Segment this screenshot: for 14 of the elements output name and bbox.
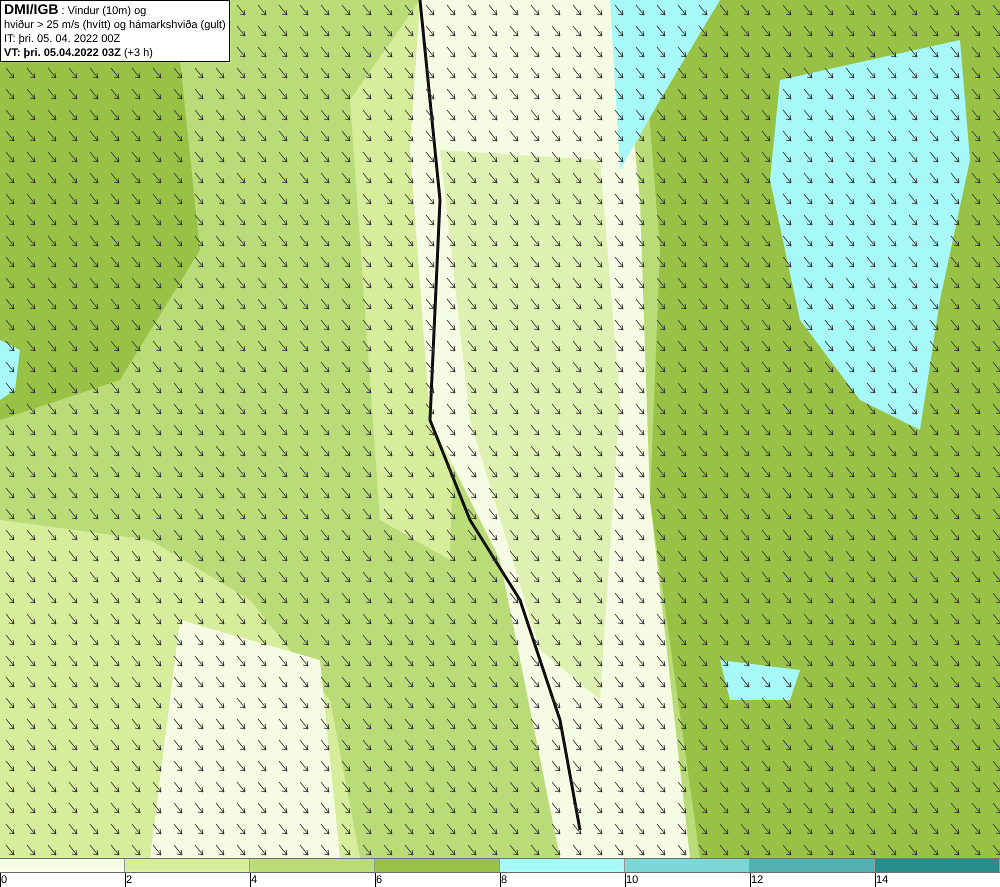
legend-tick-label: 4 [251, 873, 258, 887]
initial-time: IT: þri. 05. 04. 2022 00Z [4, 32, 122, 46]
legend-tick-label: 2 [126, 873, 134, 887]
time-offset: (+3 h) [124, 47, 153, 59]
legend-tick-label: 10 [626, 873, 640, 887]
legend-tick-label: 6 [376, 873, 384, 887]
legend-tick-label: 12 [751, 873, 764, 887]
legend-tick-label: 14 [876, 873, 890, 887]
source-label: DMI/IGB [4, 1, 58, 17]
map-title: : Vindur (10m) og [62, 5, 146, 17]
legend-tick-label: 0 [1, 873, 8, 887]
legend-tick-label: 8 [501, 873, 508, 887]
valid-time: VT: þri. 05.04.2022 03Z [4, 47, 121, 59]
map-subtitle: hviður > 25 m/s (hvítt) og hámarkshviða (gult) [4, 18, 226, 32]
